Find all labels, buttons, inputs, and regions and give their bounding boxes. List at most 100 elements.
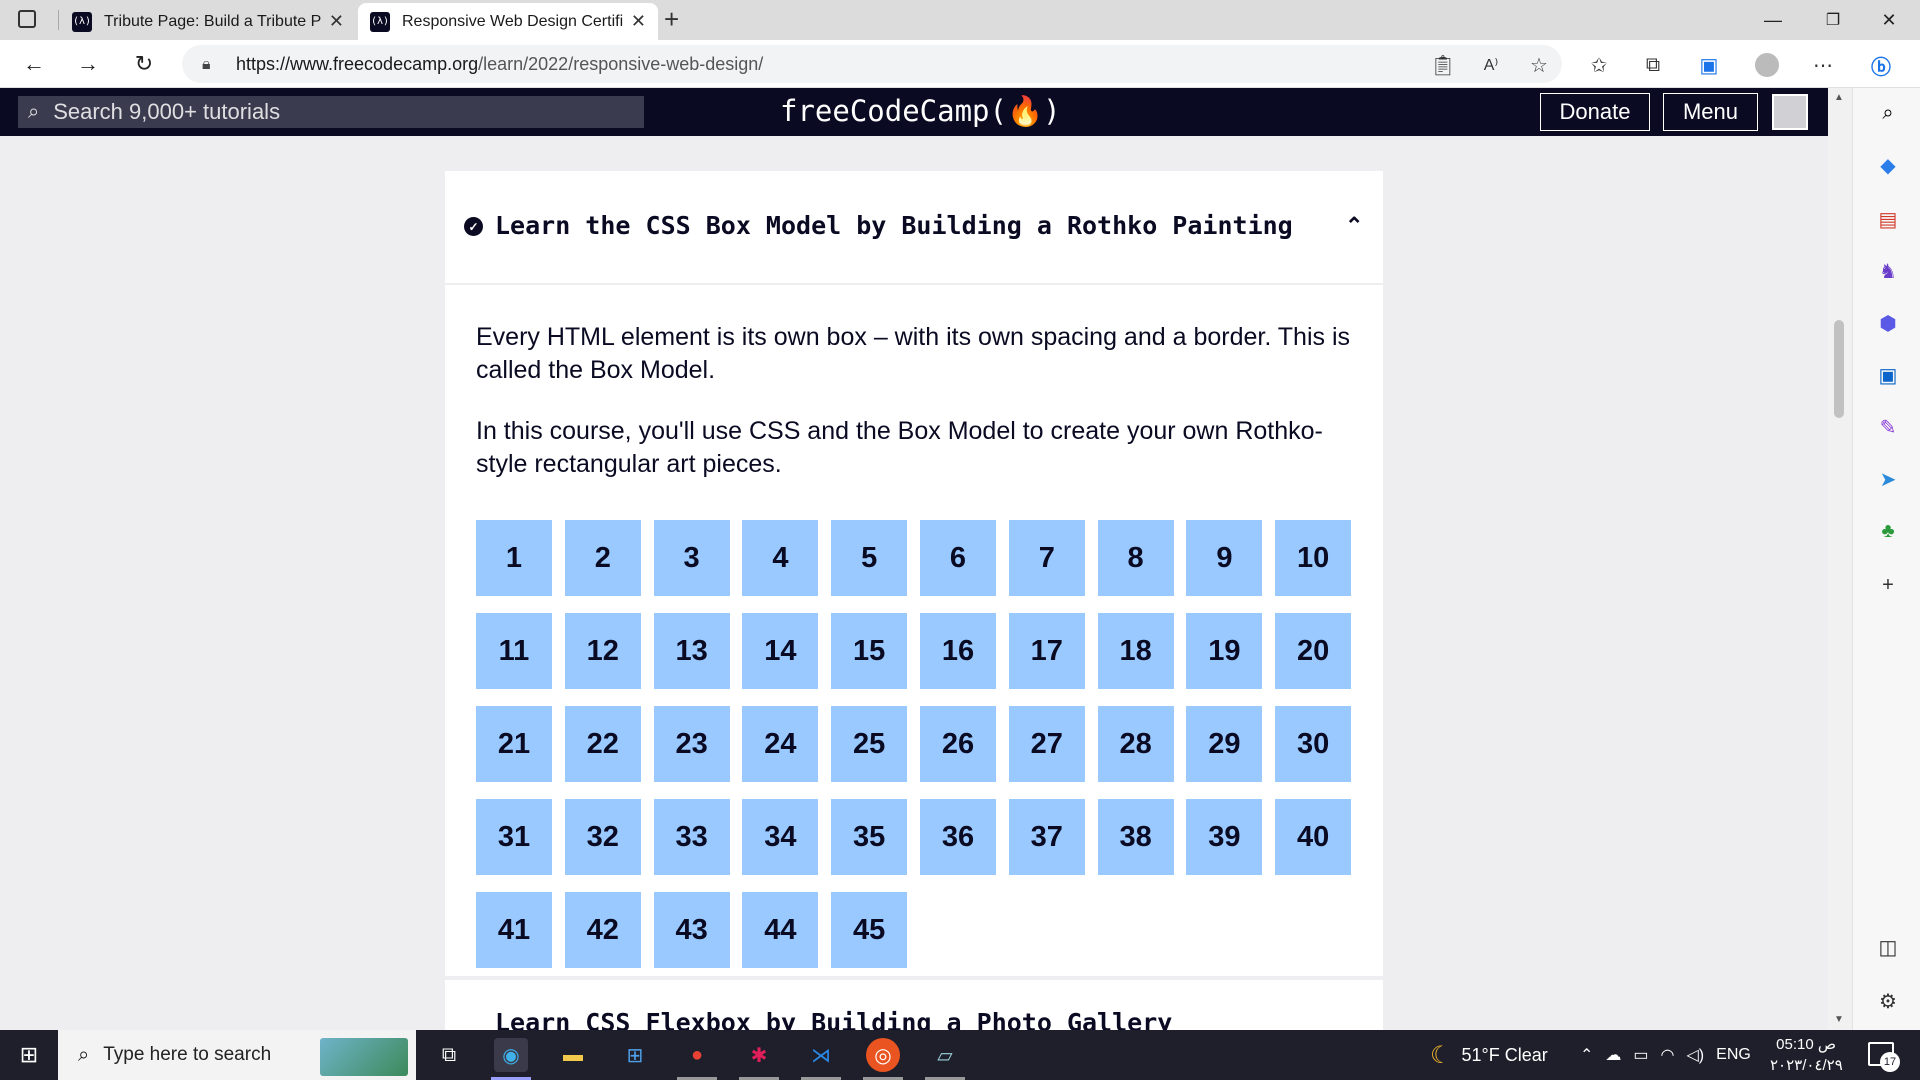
refresh-icon[interactable]: ↻: [126, 46, 162, 82]
favorites-icon[interactable]: ✩: [1584, 50, 1614, 80]
step-button[interactable]: 13: [653, 613, 730, 689]
tab-actions-icon[interactable]: [18, 10, 36, 28]
chrome-icon[interactable]: ●: [680, 1038, 714, 1072]
close-window-button[interactable]: ✕: [1866, 0, 1912, 40]
step-button[interactable]: 32: [564, 799, 641, 875]
fcc-logo[interactable]: freeCodeCamp(🔥): [780, 94, 1061, 129]
step-button[interactable]: 37: [1008, 799, 1085, 875]
send-icon[interactable]: ➤: [1875, 466, 1901, 492]
forward-arrow-icon[interactable]: →: [70, 46, 106, 82]
step-button[interactable]: 33: [653, 799, 730, 875]
step-button[interactable]: 38: [1097, 799, 1174, 875]
address-bar[interactable]: 🔒︎ https://www.freecodecamp.org/learn/20…: [182, 45, 1562, 83]
games-icon[interactable]: ♞: [1875, 258, 1901, 284]
step-button[interactable]: 26: [920, 706, 996, 782]
step-button[interactable]: 5: [831, 520, 908, 596]
step-button[interactable]: 8: [1097, 520, 1174, 596]
scroll-thumb[interactable]: [1834, 320, 1844, 418]
next-block-title[interactable]: Learn CSS Flexbox by Building a Photo Ga…: [495, 1008, 1172, 1030]
step-button[interactable]: 10: [1275, 520, 1352, 596]
browser-essentials-icon[interactable]: ▣: [1694, 50, 1724, 80]
step-button[interactable]: 30: [1275, 706, 1352, 782]
sidebar-toggle-icon[interactable]: ◫: [1875, 934, 1901, 960]
step-button[interactable]: 2: [564, 520, 641, 596]
settings-gear-icon[interactable]: ⚙: [1875, 988, 1901, 1014]
shopping-tag-icon[interactable]: ◆: [1875, 152, 1901, 178]
step-button[interactable]: 44: [742, 892, 819, 968]
volume-icon[interactable]: ◁): [1687, 1045, 1705, 1065]
profile-avatar-icon[interactable]: [1752, 50, 1782, 80]
block-header[interactable]: ✓ Learn the CSS Box Model by Building a …: [445, 171, 1383, 285]
minimize-button[interactable]: —: [1750, 0, 1796, 40]
step-button[interactable]: 16: [920, 613, 996, 689]
designer-icon[interactable]: ✎: [1875, 414, 1901, 440]
step-button[interactable]: 24: [742, 706, 819, 782]
step-button[interactable]: 25: [831, 706, 908, 782]
step-button[interactable]: 15: [831, 613, 908, 689]
vscode-icon[interactable]: ⋊: [804, 1038, 838, 1072]
chevron-up-icon[interactable]: ⌃: [1345, 213, 1363, 239]
step-button[interactable]: 6: [920, 520, 996, 596]
slack-icon[interactable]: ✱: [742, 1038, 776, 1072]
step-button[interactable]: 21: [476, 706, 552, 782]
new-tab-plus-icon[interactable]: +: [664, 4, 679, 35]
step-button[interactable]: 40: [1275, 799, 1352, 875]
language-indicator[interactable]: ENG: [1716, 1046, 1751, 1064]
wifi-icon[interactable]: ◠: [1661, 1045, 1675, 1065]
battery-icon[interactable]: ▭: [1633, 1045, 1648, 1065]
tree-icon[interactable]: ♣: [1875, 518, 1901, 544]
step-button[interactable]: 7: [1008, 520, 1085, 596]
step-button[interactable]: 29: [1186, 706, 1263, 782]
step-button[interactable]: 22: [564, 706, 641, 782]
page-scrollbar[interactable]: ▲ ▼: [1828, 88, 1852, 1030]
tab-tribute-page[interactable]: (λ) Tribute Page: Build a Tribute Page ✕: [60, 3, 356, 40]
weather-widget[interactable]: ☾ 51°F Clear: [1430, 1030, 1548, 1080]
menu-button[interactable]: Menu: [1663, 93, 1758, 131]
step-button[interactable]: 18: [1097, 613, 1174, 689]
close-icon[interactable]: ✕: [329, 11, 344, 32]
step-button[interactable]: 45: [831, 892, 908, 968]
step-button[interactable]: 14: [742, 613, 819, 689]
windows-start-icon[interactable]: ⊞: [0, 1030, 58, 1080]
add-plus-icon[interactable]: +: [1875, 572, 1901, 598]
scroll-up-arrow-icon[interactable]: ▲: [1834, 92, 1844, 103]
file-explorer-icon[interactable]: ▬: [556, 1038, 590, 1072]
collections-icon[interactable]: ⧉: [1638, 50, 1668, 80]
task-view-icon[interactable]: ⧉: [432, 1038, 466, 1072]
step-button[interactable]: 4: [742, 520, 819, 596]
taskbar-search-input[interactable]: ⌕ Type here to search: [58, 1030, 416, 1080]
step-button[interactable]: 41: [476, 892, 552, 968]
user-avatar[interactable]: [1772, 94, 1808, 130]
restore-button[interactable]: ❐: [1810, 0, 1856, 40]
bing-copilot-icon[interactable]: ⓑ: [1866, 50, 1896, 80]
onedrive-cloud-icon[interactable]: ☁: [1605, 1045, 1621, 1065]
step-button[interactable]: 12: [564, 613, 641, 689]
step-button[interactable]: 34: [742, 799, 819, 875]
step-button[interactable]: 36: [920, 799, 996, 875]
back-arrow-icon[interactable]: ←: [16, 46, 52, 82]
tools-icon[interactable]: ▤: [1875, 206, 1901, 232]
step-button[interactable]: 19: [1186, 613, 1263, 689]
step-button[interactable]: 11: [476, 613, 552, 689]
store-icon[interactable]: ⊞: [618, 1038, 652, 1072]
scroll-down-arrow-icon[interactable]: ▼: [1834, 1014, 1844, 1025]
outlook-icon[interactable]: ▣: [1875, 362, 1901, 388]
step-button[interactable]: 9: [1186, 520, 1263, 596]
search-icon[interactable]: ⌕: [1875, 100, 1901, 126]
step-button[interactable]: 39: [1186, 799, 1263, 875]
microsoft-365-icon[interactable]: ⬢: [1875, 310, 1901, 336]
add-favorite-icon[interactable]: ☆: [1524, 50, 1554, 80]
step-button[interactable]: 42: [564, 892, 641, 968]
step-button[interactable]: 43: [653, 892, 730, 968]
taskbar-clock[interactable]: 05:10 ص ٢٠٢٣/٠٤/٢٩: [1770, 1034, 1843, 1076]
step-button[interactable]: 23: [653, 706, 730, 782]
step-button[interactable]: 28: [1097, 706, 1174, 782]
edge-app-icon[interactable]: ◉: [494, 1038, 528, 1072]
read-aloud-icon[interactable]: A⁾: [1476, 50, 1506, 80]
step-button[interactable]: 1: [476, 520, 552, 596]
close-icon[interactable]: ✕: [631, 11, 646, 32]
step-button[interactable]: 17: [1008, 613, 1085, 689]
step-button[interactable]: 27: [1008, 706, 1085, 782]
ubuntu-icon[interactable]: ◎: [866, 1038, 900, 1072]
tab-responsive-web-design[interactable]: (λ) Responsive Web Design Certifica ✕: [358, 3, 658, 40]
